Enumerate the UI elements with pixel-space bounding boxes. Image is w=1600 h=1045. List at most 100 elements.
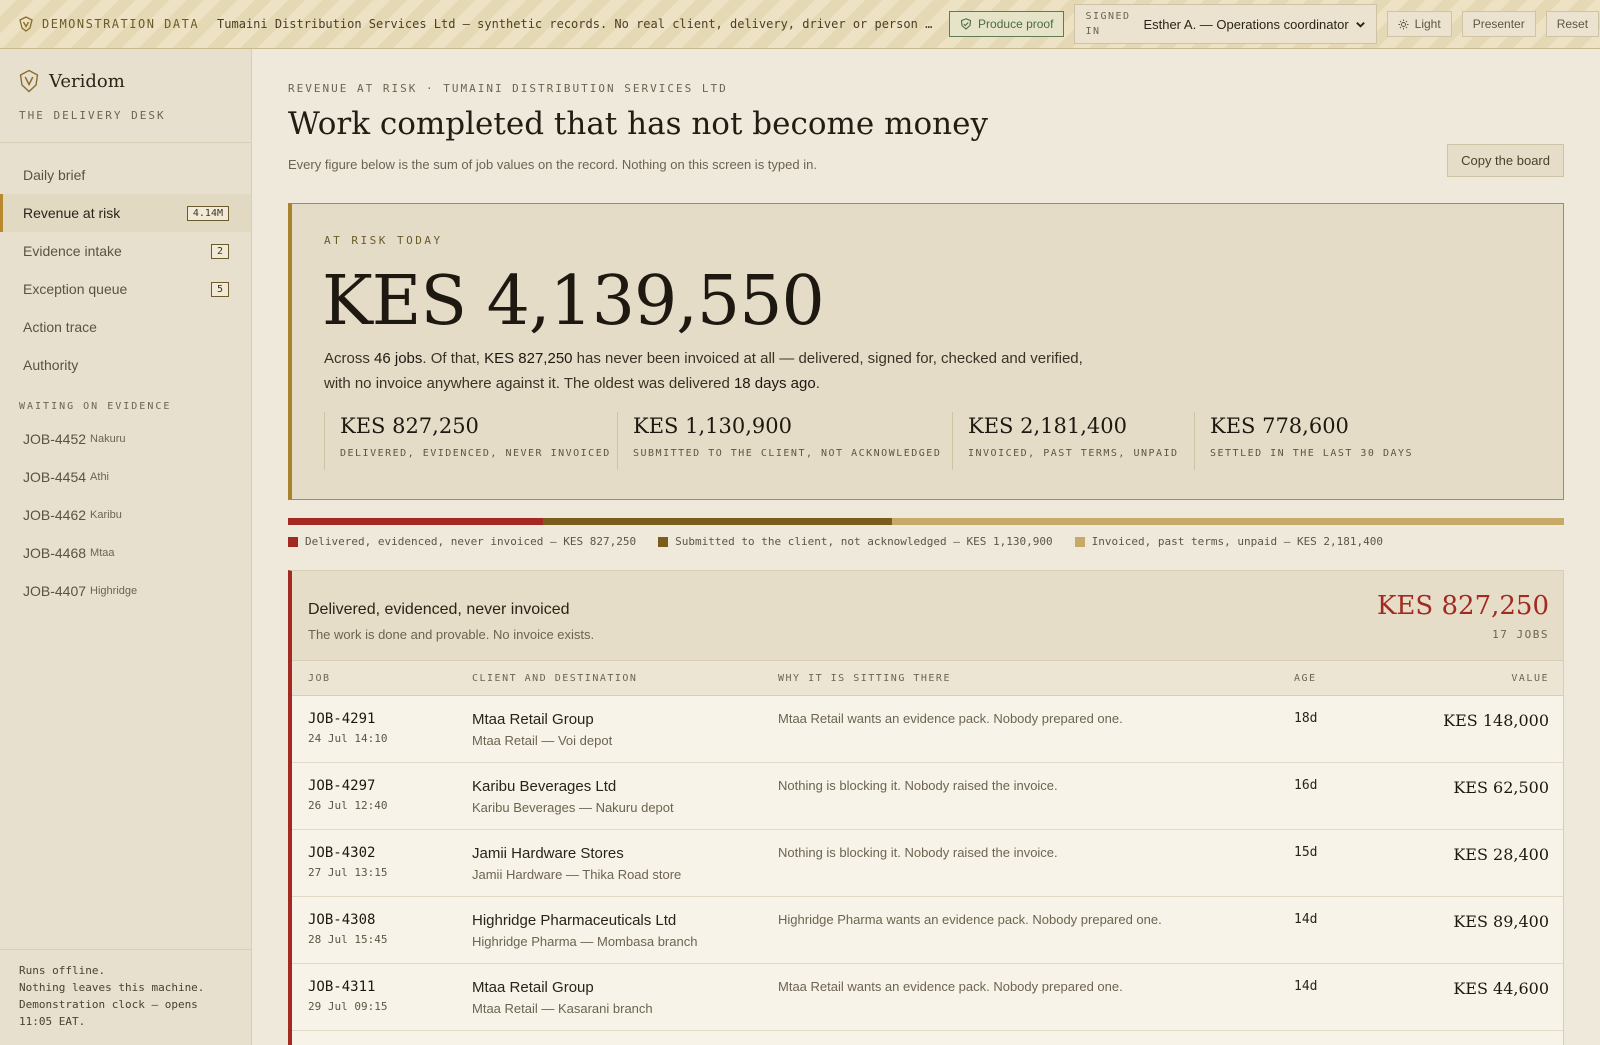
row-client: Karibu Beverages Ltd — [472, 778, 617, 795]
demo-badge: DEMONSTRATION DATA — [18, 16, 199, 32]
brand[interactable]: Veridom — [19, 69, 125, 93]
desc-text: Across — [324, 350, 375, 367]
stat-value: KES 827,250 — [340, 414, 479, 438]
waiting-item[interactable]: JOB-4462 Karibu — [0, 496, 251, 534]
legend-swatch — [288, 536, 298, 547]
reset-button[interactable]: Reset — [1545, 11, 1600, 37]
row-date: 24 Jul 14:10 — [308, 732, 388, 745]
sidebar-nav: Daily brief Revenue at risk 4.14M Eviden… — [0, 156, 251, 384]
row-job-id: JOB-4311 — [308, 979, 376, 995]
presenter-button[interactable]: Presenter — [1461, 11, 1536, 37]
table-row[interactable]: JOB-4311 29 Jul 09:15 Mtaa Retail Group … — [292, 964, 1563, 1031]
nav-item-evidence-intake[interactable]: Evidence intake 2 — [0, 232, 251, 270]
waiting-item[interactable]: JOB-4407 Highridge — [0, 572, 251, 610]
row-destination: Jamii Hardware — Thika Road store — [472, 867, 682, 882]
row-value: KES 44,600 — [1453, 979, 1549, 998]
desc-text: . Of that, — [422, 350, 485, 367]
legend-swatch — [658, 536, 669, 547]
current-user[interactable]: Esther A. — Operations coordinator — [1143, 17, 1365, 32]
row-age: 14d — [1294, 979, 1318, 994]
waiting-item[interactable]: JOB-4452 Nakuru — [0, 420, 251, 458]
desc-oldest-age: 18 days ago — [733, 375, 816, 392]
stat-label: SETTLED IN THE LAST 30 DAYS — [1210, 448, 1414, 459]
at-risk-card: AT RISK TODAY KES 4,139,550 Across 46 jo… — [288, 203, 1564, 500]
page-title: Work completed that has not become money — [288, 106, 988, 142]
table-row[interactable]: JOB-4297 26 Jul 12:40 Karibu Beverages L… — [292, 763, 1563, 830]
row-age: 14d — [1294, 912, 1318, 927]
waiting-item[interactable]: JOB-4454 Athi — [0, 458, 251, 496]
row-client: Highridge Pharmaceuticals Ltd — [472, 912, 677, 929]
chevron-down-icon — [1355, 21, 1365, 28]
demo-banner: DEMONSTRATION DATA Tumaini Distribution … — [0, 0, 1600, 49]
nav-badge-revenue: 4.14M — [186, 205, 229, 221]
stat-never-invoiced: KES 827,250 DELIVERED, EVIDENCED, NEVER … — [324, 412, 617, 470]
at-risk-amount: KES 4,139,550 — [322, 262, 825, 341]
row-age: 16d — [1294, 778, 1318, 793]
waiting-item[interactable]: JOB-4468 Mtaa — [0, 534, 251, 572]
row-job-id: JOB-4308 — [308, 912, 376, 928]
stat-value: KES 1,130,900 — [633, 414, 792, 438]
row-date: 26 Jul 12:40 — [308, 799, 388, 812]
current-user-name: Esther A. — Operations coordinator — [1143, 16, 1349, 32]
col-header-value[interactable]: VALUE — [1511, 673, 1549, 684]
table-row[interactable]: JOB-4291 24 Jul 14:10 Mtaa Retail Group … — [292, 696, 1563, 763]
split-segment-past-terms[interactable] — [891, 518, 1564, 525]
veridom-logo-icon — [19, 69, 39, 93]
copy-board-button[interactable]: Copy the board — [1447, 144, 1564, 177]
row-job-id: JOB-4302 — [308, 845, 376, 861]
panel-subtitle: The work is done and provable. No invoic… — [308, 627, 595, 642]
nav-item-revenue-at-risk[interactable]: Revenue at risk 4.14M — [0, 194, 251, 232]
desc-uninvoiced-amount: KES 827,250 — [484, 350, 573, 367]
stat-label: DELIVERED, EVIDENCED, NEVER INVOICED — [340, 448, 611, 459]
col-header-why[interactable]: WHY IT IS SITTING THERE — [778, 673, 951, 684]
at-risk-label: AT RISK TODAY — [324, 234, 443, 247]
produce-proof-button[interactable]: Produce proof — [949, 11, 1065, 37]
footer-line: Demonstration clock — opens — [19, 998, 198, 1011]
risk-split-bar — [288, 518, 1564, 525]
split-segment-never-invoiced[interactable] — [288, 518, 543, 525]
shield-v-icon — [19, 16, 33, 32]
col-header-age[interactable]: AGE — [1294, 673, 1317, 684]
row-age: 18d — [1294, 711, 1318, 726]
row-job-id: JOB-4297 — [308, 778, 376, 794]
row-date: 29 Jul 09:15 — [308, 1000, 388, 1013]
sidebar-footer-divider — [0, 949, 251, 950]
theme-toggle-label: Light — [1414, 17, 1441, 31]
brand-subtitle: THE DELIVERY DESK — [19, 109, 166, 122]
panel-header: Delivered, evidenced, never invoiced The… — [292, 571, 1563, 661]
sidebar-footer: Runs offline. Nothing leaves this machin… — [19, 962, 204, 1030]
row-reason: Nothing is blocking it. Nobody raised th… — [778, 778, 1058, 793]
nav-badge-evidence: 2 — [210, 243, 229, 259]
theme-toggle-button[interactable]: Light — [1386, 11, 1452, 37]
sun-icon — [1398, 18, 1409, 30]
stat-row: KES 827,250 DELIVERED, EVIDENCED, NEVER … — [324, 412, 1424, 470]
user-switcher[interactable]: SIGNED IN Esther A. — Operations coordin… — [1074, 4, 1377, 44]
stat-value: KES 2,181,400 — [968, 414, 1127, 438]
stat-past-terms: KES 2,181,400 INVOICED, PAST TERMS, UNPA… — [952, 412, 1194, 470]
waiting-heading: WAITING ON EVIDENCE — [19, 401, 172, 412]
row-value: KES 89,400 — [1453, 912, 1549, 931]
nav-item-action-trace[interactable]: Action trace — [0, 308, 251, 346]
stat-label: INVOICED, PAST TERMS, UNPAID — [968, 448, 1179, 459]
row-destination: Mtaa Retail — Kasarani branch — [472, 1001, 653, 1016]
nav-item-daily-brief[interactable]: Daily brief — [0, 156, 251, 194]
table-row[interactable]: JOB-4308 28 Jul 15:45 Highridge Pharmace… — [292, 897, 1563, 964]
sidebar: Veridom THE DELIVERY DESK Daily brief Re… — [0, 49, 252, 1045]
nav-item-exception-queue[interactable]: Exception queue 5 — [0, 270, 251, 308]
shield-check-icon — [960, 18, 972, 30]
nav-item-label: Daily brief — [23, 167, 86, 183]
waiting-job-id: JOB-4468 — [23, 545, 87, 561]
split-segment-not-acknowledged[interactable] — [542, 518, 892, 525]
row-reason: Nothing is blocking it. Nobody raised th… — [778, 845, 1058, 860]
legend-label: Invoiced, past terms, unpaid — KES 2,181… — [1091, 535, 1384, 548]
stat-value: KES 778,600 — [1210, 414, 1349, 438]
legend-item: Delivered, evidenced, never invoiced — K… — [288, 535, 636, 548]
panel-title: Delivered, evidenced, never invoiced — [308, 601, 570, 618]
table-row[interactable]: JOB-4302 27 Jul 13:15 Jamii Hardware Sto… — [292, 830, 1563, 897]
nav-item-authority[interactable]: Authority — [0, 346, 251, 384]
waiting-job-id: JOB-4452 — [23, 431, 87, 447]
nav-item-label: Revenue at risk — [23, 205, 121, 221]
col-header-job[interactable]: JOB — [308, 673, 331, 684]
footer-line: Runs offline. — [19, 964, 106, 977]
col-header-client[interactable]: CLIENT AND DESTINATION — [472, 673, 637, 684]
